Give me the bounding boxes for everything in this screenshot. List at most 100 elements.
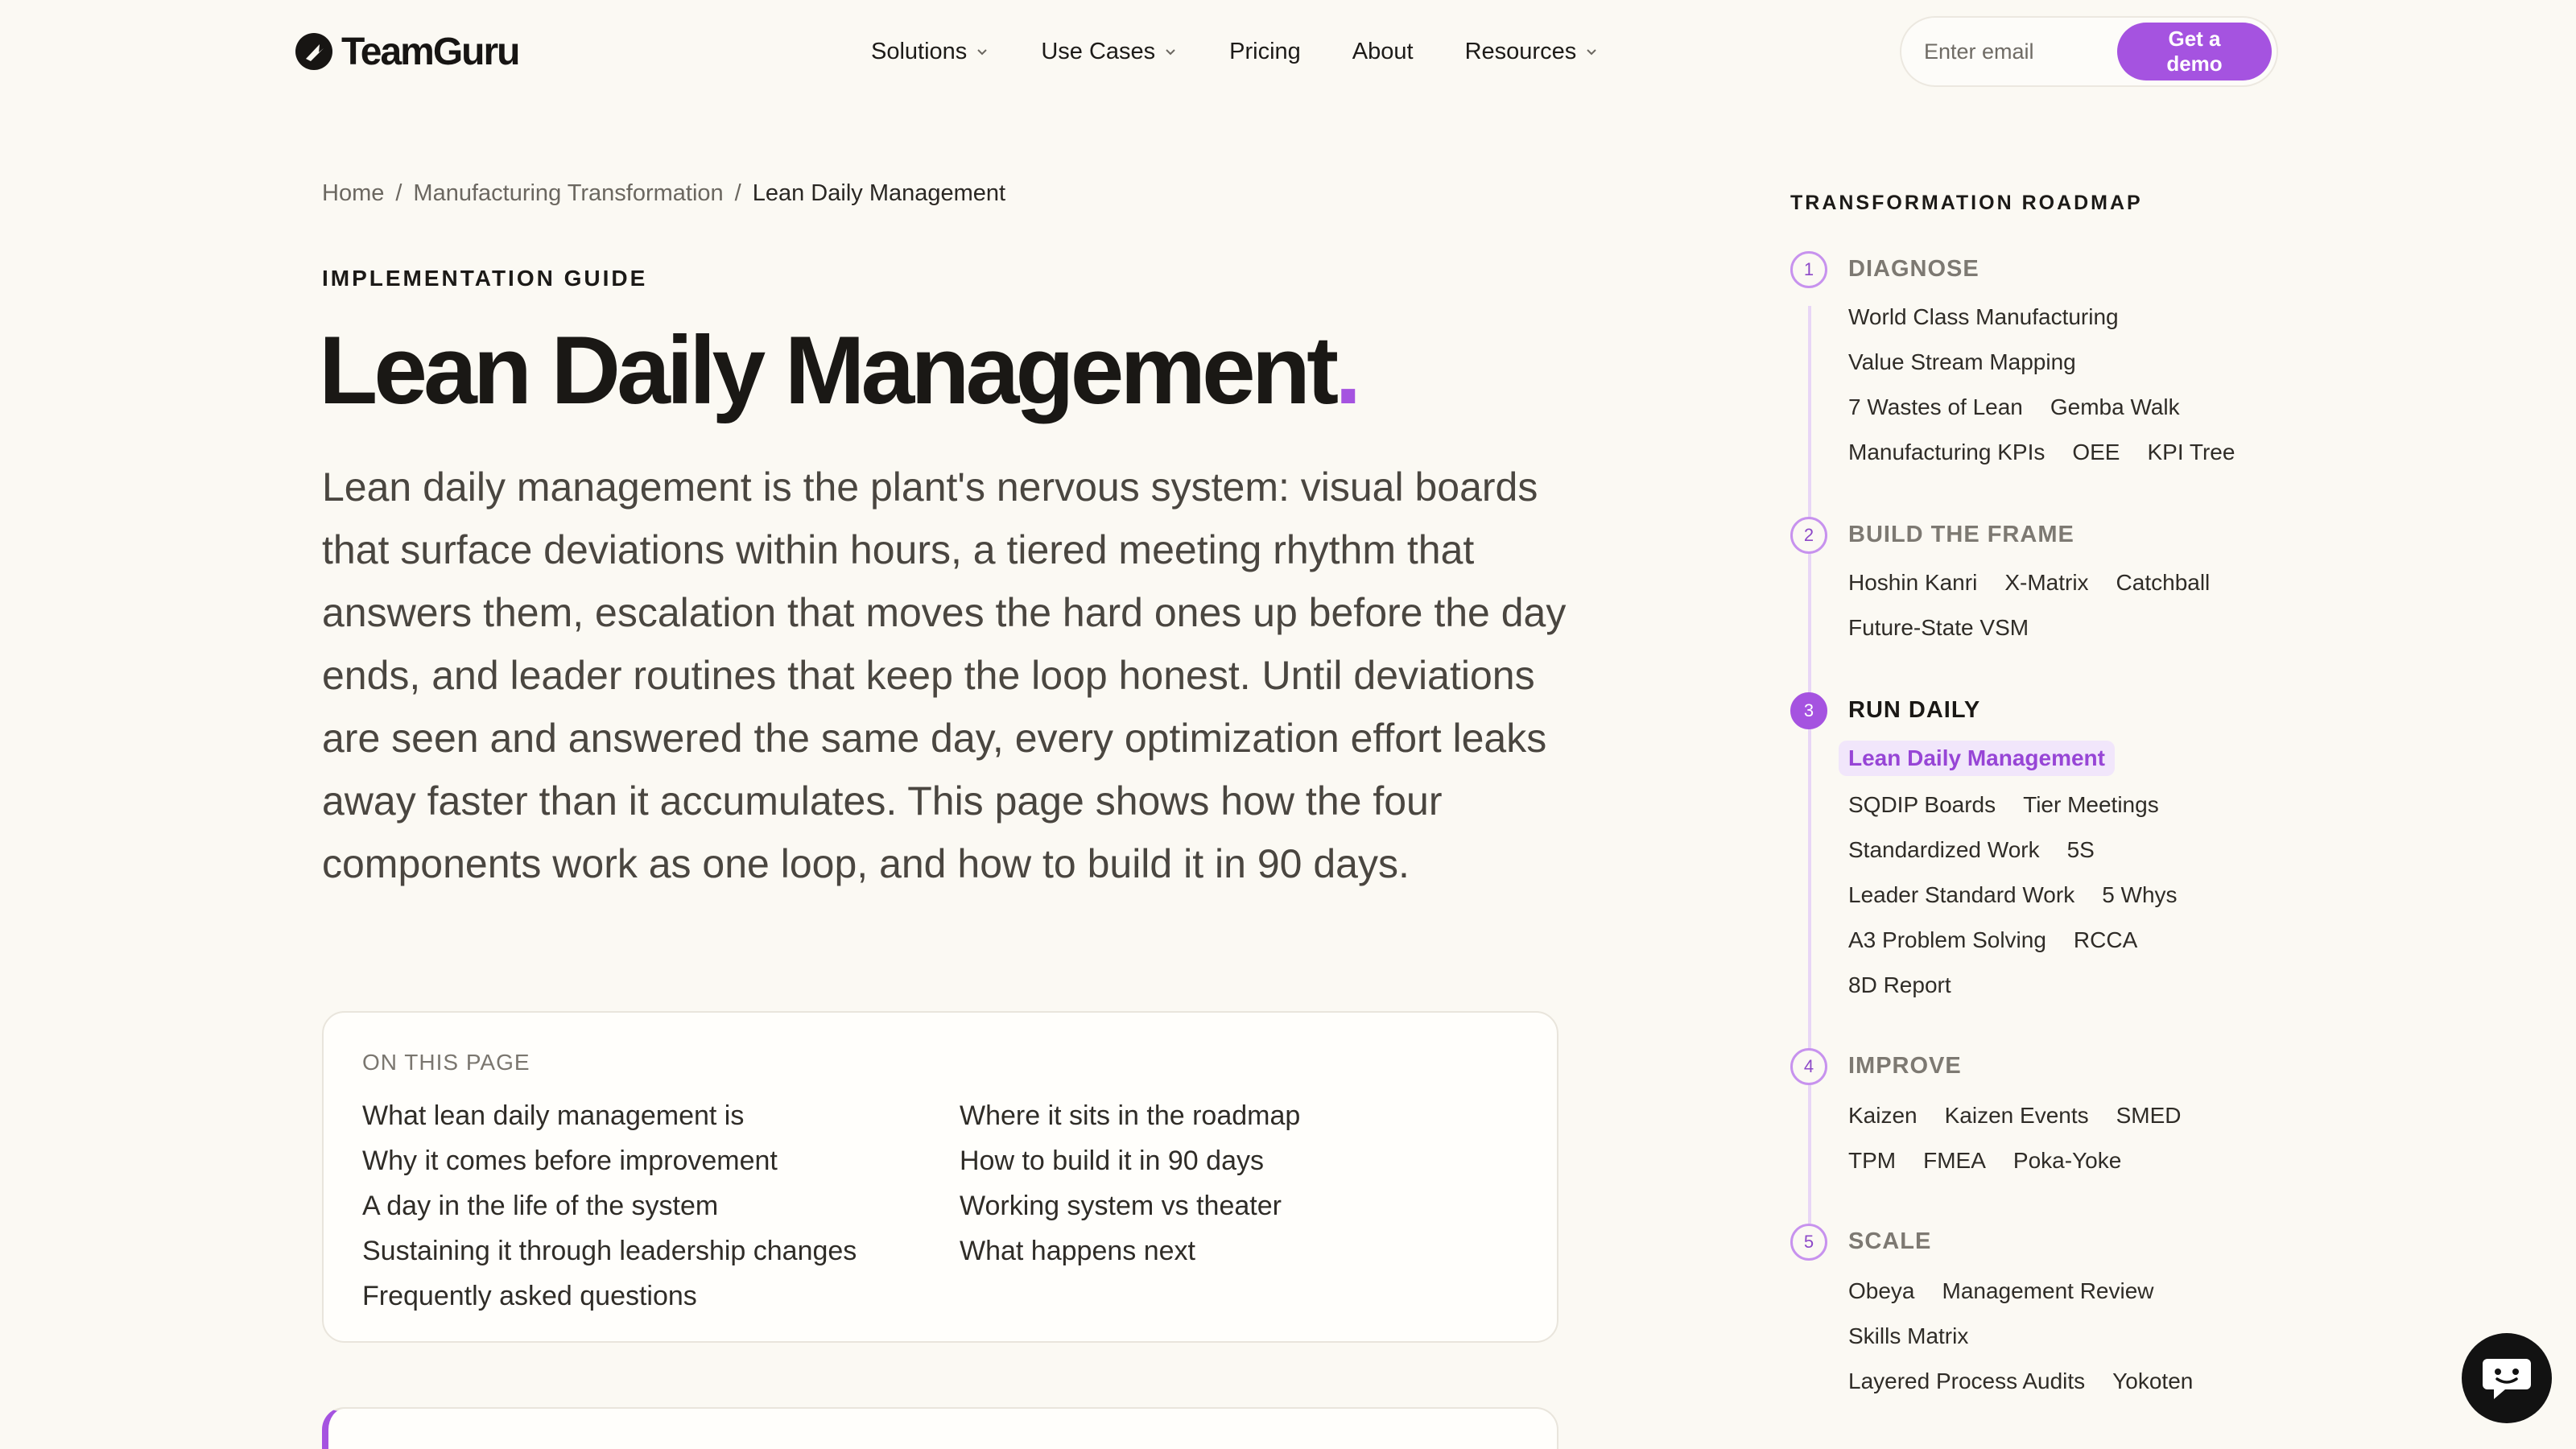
breadcrumb: Home / Manufacturing Transformation / Le…: [322, 180, 1005, 207]
roadmap-row: Future-State VSM: [1848, 615, 2029, 641]
roadmap-link[interactable]: Layered Process Audits: [1848, 1368, 2085, 1394]
roadmap-link[interactable]: OEE: [2072, 440, 2120, 465]
roadmap-row: SQDIP Boards Tier Meetings: [1848, 792, 2159, 818]
chevron-down-icon: [1587, 49, 1596, 56]
on-this-page-box: ON THIS PAGE What lean daily management …: [322, 1011, 1558, 1343]
nav-solutions-label: Solutions: [871, 38, 968, 64]
roadmap-row: World Class Manufacturing: [1848, 304, 2119, 330]
nav-pricing[interactable]: Pricing: [1229, 39, 1301, 65]
roadmap-link[interactable]: Leader Standard Work: [1848, 882, 2074, 908]
toc-link[interactable]: What happens next: [960, 1228, 1300, 1274]
roadmap-link[interactable]: Yokoten: [2112, 1368, 2193, 1394]
roadmap-link[interactable]: Value Stream Mapping: [1848, 349, 2076, 375]
email-input[interactable]: [1924, 39, 2117, 64]
nav-use-cases-label: Use Cases: [1041, 38, 1156, 64]
breadcrumb-separator: /: [734, 180, 741, 206]
roadmap-link[interactable]: SMED: [2116, 1103, 2182, 1129]
breadcrumb-parent[interactable]: Manufacturing Transformation: [413, 180, 723, 207]
roadmap-row: 8D Report: [1848, 972, 1951, 998]
nav-about-label: About: [1352, 38, 1414, 64]
article-eyebrow: IMPLEMENTATION GUIDE: [322, 266, 648, 291]
article-lead: Lean daily management is the plant's ner…: [322, 464, 1567, 886]
roadmap-link[interactable]: Future-State VSM: [1848, 615, 2029, 641]
nav-pricing-label: Pricing: [1229, 38, 1301, 64]
toc-link[interactable]: Sustaining it through leadership changes: [362, 1228, 857, 1274]
nav-resources[interactable]: Resources: [1465, 39, 1600, 65]
nav-solutions[interactable]: Solutions: [871, 39, 989, 65]
page-title-dot: .: [1335, 316, 1361, 424]
chevron-down-icon: [1166, 49, 1175, 56]
roadmap-row: Lean Daily Management: [1839, 741, 2115, 776]
roadmap-link[interactable]: 5 Whys: [2102, 882, 2177, 908]
roadmap-link[interactable]: FMEA: [1923, 1148, 1986, 1174]
step-number-2: 2: [1790, 517, 1827, 554]
step-diagnose[interactable]: DIAGNOSE: [1848, 256, 1979, 283]
toc-link[interactable]: Where it sits in the roadmap: [960, 1093, 1300, 1138]
content-card-partial: [322, 1407, 1558, 1449]
brand-name: TeamGuru: [341, 30, 520, 73]
step-run-daily[interactable]: RUN DAILY: [1848, 697, 1980, 724]
roadmap-row: Manufacturing KPIs OEE KPI Tree: [1848, 440, 2235, 465]
brand-logo[interactable]: TeamGuru: [295, 29, 520, 74]
breadcrumb-home[interactable]: Home: [322, 180, 384, 207]
roadmap-link[interactable]: Management Review: [1942, 1278, 2154, 1304]
chat-widget-button[interactable]: [2462, 1333, 2552, 1423]
roadmap-link[interactable]: Hoshin Kanri: [1848, 570, 1977, 596]
roadmap-link[interactable]: Gemba Walk: [2050, 394, 2180, 420]
roadmap-link[interactable]: World Class Manufacturing: [1848, 304, 2119, 330]
step-scale[interactable]: SCALE: [1848, 1228, 1931, 1255]
breadcrumb-separator: /: [395, 180, 402, 206]
roadmap-row: Hoshin Kanri X-Matrix Catchball: [1848, 570, 2210, 596]
toc-column-left: What lean daily management is Why it com…: [362, 1093, 857, 1319]
roadmap-row: Kaizen Kaizen Events SMED: [1848, 1103, 2182, 1129]
step-build-the-frame[interactable]: BUILD THE FRAME: [1848, 522, 2074, 548]
toc-label: ON THIS PAGE: [362, 1050, 530, 1075]
roadmap-row: Obeya Management Review: [1848, 1278, 2154, 1304]
roadmap-row: Skills Matrix: [1848, 1323, 1968, 1349]
breadcrumb-current: Lean Daily Management: [752, 180, 1006, 206]
roadmap-row: TPM FMEA Poka-Yoke: [1848, 1148, 2121, 1174]
roadmap-link[interactable]: Catchball: [2116, 570, 2211, 596]
roadmap-link[interactable]: 7 Wastes of Lean: [1848, 394, 2023, 420]
toc-link[interactable]: What lean daily management is: [362, 1093, 857, 1138]
roadmap-link[interactable]: RCCA: [2074, 927, 2137, 953]
teamguru-logo-icon: [295, 33, 332, 70]
roadmap-link[interactable]: SQDIP Boards: [1848, 792, 1996, 818]
toc-link[interactable]: A day in the life of the system: [362, 1183, 857, 1228]
nav-use-cases[interactable]: Use Cases: [1041, 39, 1178, 65]
toc-link[interactable]: Why it comes before improvement: [362, 1138, 857, 1183]
roadmap-row: Leader Standard Work 5 Whys: [1848, 882, 2178, 908]
roadmap-link[interactable]: 5S: [2067, 837, 2095, 863]
roadmap-link-active[interactable]: Lean Daily Management: [1839, 741, 2115, 776]
roadmap-row: Value Stream Mapping: [1848, 349, 2076, 375]
roadmap-link[interactable]: Standardized Work: [1848, 837, 2040, 863]
roadmap-row: A3 Problem Solving RCCA: [1848, 927, 2137, 953]
roadmap-row: Layered Process Audits Yokoten: [1848, 1368, 2193, 1394]
roadmap-link[interactable]: Skills Matrix: [1848, 1323, 1968, 1349]
nav-about[interactable]: About: [1352, 39, 1414, 65]
get-demo-button[interactable]: Get a demo: [2117, 23, 2272, 80]
nav-resources-label: Resources: [1464, 38, 1577, 64]
step-number-1: 1: [1790, 251, 1827, 288]
step-improve[interactable]: IMPROVE: [1848, 1053, 1962, 1080]
roadmap-row: Standardized Work 5S: [1848, 837, 2095, 863]
roadmap-link[interactable]: Kaizen Events: [1945, 1103, 2089, 1129]
toc-link[interactable]: Working system vs theater: [960, 1183, 1300, 1228]
roadmap-link[interactable]: Manufacturing KPIs: [1848, 440, 2045, 465]
roadmap-link[interactable]: Obeya: [1848, 1278, 1915, 1304]
roadmap-link[interactable]: TPM: [1848, 1148, 1896, 1174]
roadmap-link[interactable]: KPI Tree: [2147, 440, 2235, 465]
toc-column-right: Where it sits in the roadmap How to buil…: [960, 1093, 1300, 1274]
roadmap-link[interactable]: Kaizen: [1848, 1103, 1918, 1129]
toc-link[interactable]: How to build it in 90 days: [960, 1138, 1300, 1183]
main-nav: Solutions Use Cases Pricing About Resour…: [871, 32, 1650, 71]
roadmap-link[interactable]: A3 Problem Solving: [1848, 927, 2046, 953]
roadmap-link[interactable]: 8D Report: [1848, 972, 1951, 998]
toc-link[interactable]: Frequently asked questions: [362, 1274, 857, 1319]
roadmap-link[interactable]: Poka-Yoke: [2013, 1148, 2121, 1174]
chevron-down-icon: [977, 49, 988, 56]
roadmap-title: TRANSFORMATION ROADMAP: [1790, 192, 2143, 214]
page-title-text: Lean Daily Management: [319, 316, 1339, 424]
roadmap-link[interactable]: Tier Meetings: [2023, 792, 2159, 818]
roadmap-link[interactable]: X-Matrix: [2004, 570, 2088, 596]
